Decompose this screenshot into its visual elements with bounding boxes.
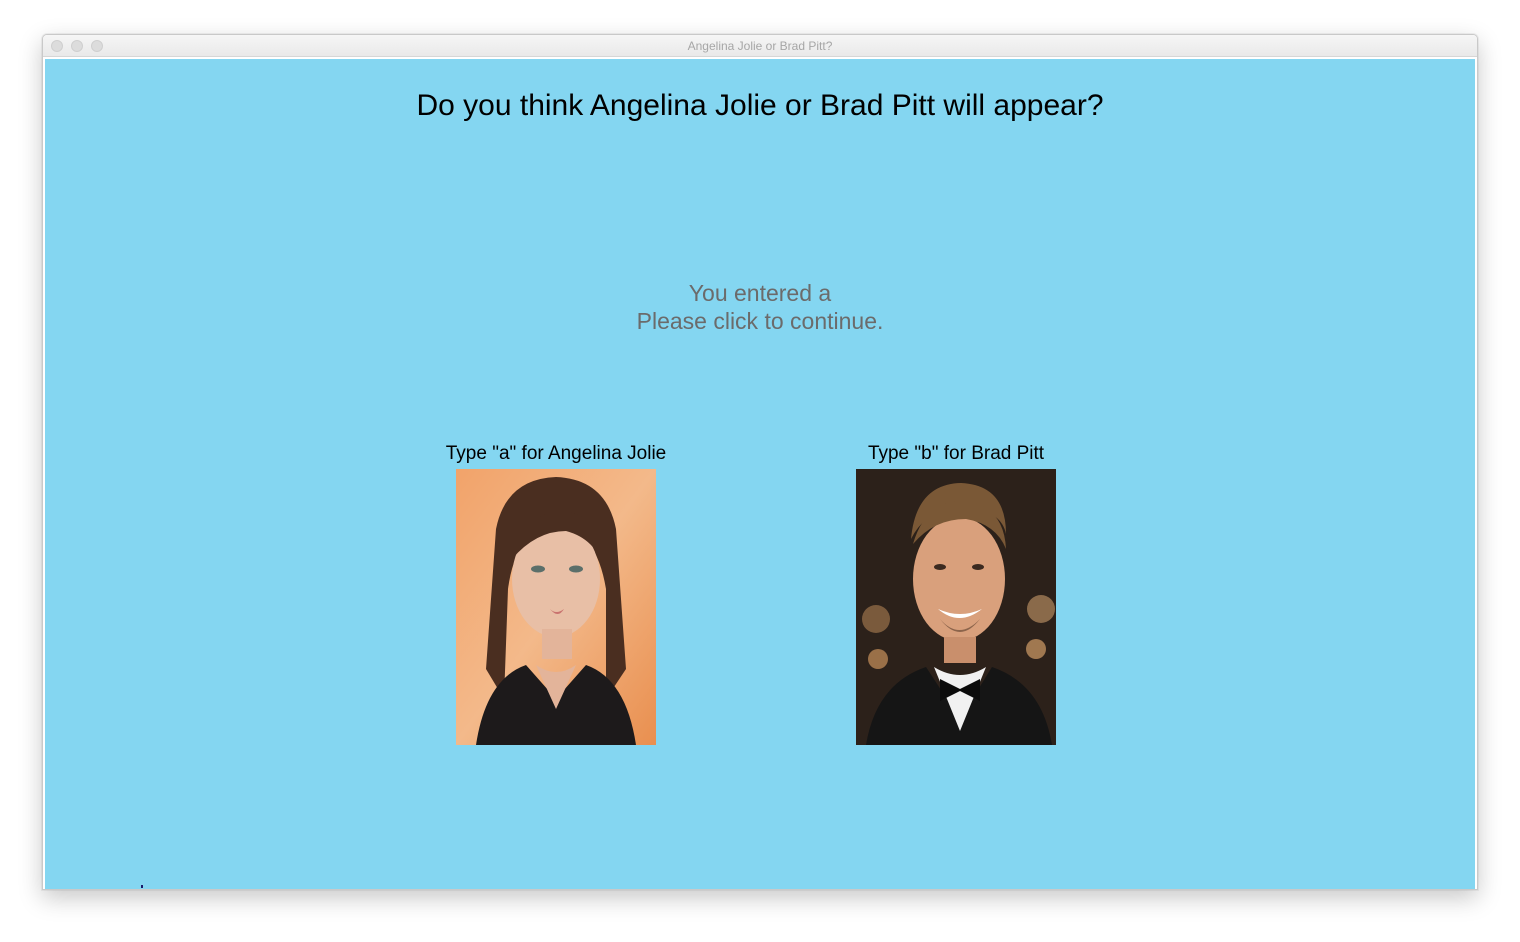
angelina-jolie-photo — [456, 469, 656, 745]
experiment-canvas[interactable]: Do you think Angelina Jolie or Brad Pitt… — [45, 59, 1475, 889]
app-window: Angelina Jolie or Brad Pitt? Do you thin… — [42, 34, 1478, 890]
brad-pitt-photo — [856, 469, 1056, 745]
title-bar[interactable]: Angelina Jolie or Brad Pitt? — [43, 35, 1477, 57]
question-text: Do you think Angelina Jolie or Brad Pitt… — [416, 89, 1104, 122]
choice-b-label: Type "b" for Brad Pitt — [867, 443, 1045, 464]
status-message: You entered a Please click to continue. — [45, 279, 1475, 335]
window-title: Angelina Jolie or Brad Pitt? — [687, 39, 833, 53]
choice-brad: Type "b" for Brad Pitt — [826, 443, 1086, 745]
status-line-entered: You entered a — [688, 280, 832, 306]
status-line-continue: Please click to continue. — [636, 308, 884, 334]
mouse-cursor-indicator — [141, 885, 143, 888]
choice-angelina: Type "a" for Angelina Jolie — [426, 443, 686, 745]
choice-a-label: Type "a" for Angelina Jolie — [445, 443, 667, 464]
